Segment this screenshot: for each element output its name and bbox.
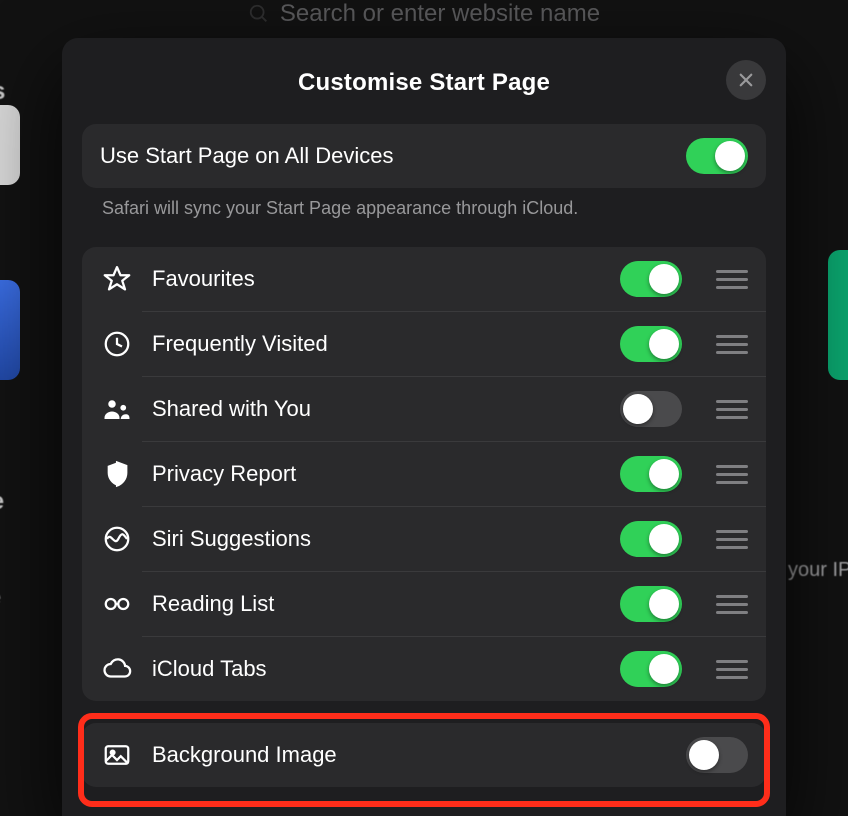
section-row-privacy: Privacy Report	[82, 442, 766, 506]
shared-icon	[100, 392, 134, 426]
shared-toggle[interactable]	[620, 391, 682, 427]
all-devices-label: Use Start Page on All Devices	[100, 143, 668, 169]
close-button[interactable]	[726, 60, 766, 100]
bg-text: urites	[0, 78, 5, 106]
all-devices-toggle[interactable]	[686, 138, 748, 174]
sheet-title: Customise Start Page	[298, 69, 550, 97]
section-row-siri: Siri Suggestions	[82, 507, 766, 571]
bg-tile	[0, 105, 20, 185]
bg-tile	[0, 280, 20, 380]
drag-handle[interactable]	[716, 462, 748, 486]
bg-tile	[828, 250, 848, 380]
drag-handle[interactable]	[716, 657, 748, 681]
drag-handle[interactable]	[716, 397, 748, 421]
frequent-icon	[100, 327, 134, 361]
section-label: Shared with You	[152, 396, 602, 422]
icloud-toggle[interactable]	[620, 651, 682, 687]
address-bar[interactable]: Search or enter website name	[0, 0, 848, 28]
drag-handle[interactable]	[716, 332, 748, 356]
favourites-toggle[interactable]	[620, 261, 682, 297]
privacy-toggle[interactable]	[620, 456, 682, 492]
section-row-frequent: Frequently Visited	[82, 312, 766, 376]
privacy-icon	[100, 457, 134, 491]
bg-text: In the addre	[0, 556, 70, 612]
favourites-icon	[100, 262, 134, 296]
sections-card: Favourites Frequently Visited Shared with …	[82, 247, 766, 701]
section-label: Reading List	[152, 591, 602, 617]
search-icon	[248, 3, 270, 25]
background-image-label: Background Image	[152, 742, 668, 768]
siri-toggle[interactable]	[620, 521, 682, 557]
section-row-shared: Shared with You	[82, 377, 766, 441]
drag-handle[interactable]	[716, 592, 748, 616]
sync-hint: Safari will sync your Start Page appeara…	[82, 188, 766, 229]
icloud-icon	[100, 652, 134, 686]
reading-toggle[interactable]	[620, 586, 682, 622]
reading-icon	[100, 587, 134, 621]
drag-handle[interactable]	[716, 267, 748, 291]
section-row-reading: Reading List	[82, 572, 766, 636]
close-icon	[737, 71, 755, 89]
image-icon	[100, 738, 134, 772]
section-label: Siri Suggestions	[152, 526, 602, 552]
bg-text: your IP	[788, 556, 848, 584]
section-label: iCloud Tabs	[152, 656, 602, 682]
customise-start-page-sheet: Customise Start Page Use Start Page on A…	[62, 38, 786, 816]
all-devices-card: Use Start Page on All Devices	[82, 124, 766, 188]
background-image-card: Background Image	[82, 723, 766, 787]
bg-text: cy Re	[0, 488, 4, 516]
section-label: Frequently Visited	[152, 331, 602, 357]
background-image-toggle[interactable]	[686, 737, 748, 773]
bg-text: ng List t page	[0, 750, 70, 806]
section-label: Privacy Report	[152, 461, 602, 487]
section-row-icloud: iCloud Tabs	[82, 637, 766, 701]
frequent-toggle[interactable]	[620, 326, 682, 362]
section-row-favourites: Favourites	[82, 247, 766, 311]
address-bar-placeholder: Search or enter website name	[280, 0, 600, 28]
siri-icon	[100, 522, 134, 556]
section-label: Favourites	[152, 266, 602, 292]
drag-handle[interactable]	[716, 527, 748, 551]
